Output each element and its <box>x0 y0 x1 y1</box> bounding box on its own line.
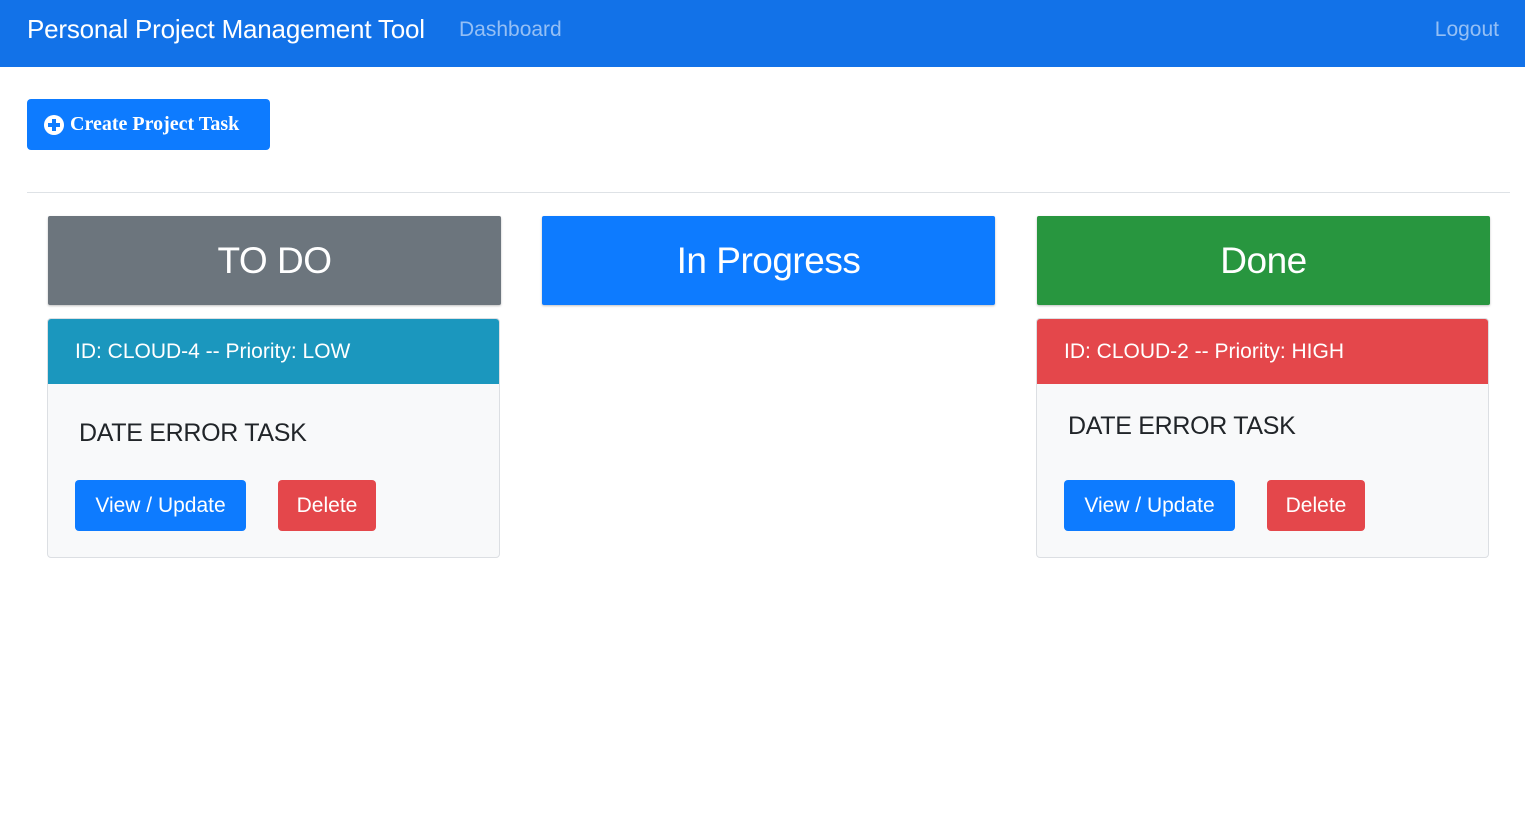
view-update-button[interactable]: View / Update <box>1064 480 1235 531</box>
top-navbar: Personal Project Management Tool Dashboa… <box>0 0 1525 67</box>
column-title-todo: TO DO <box>217 239 333 281</box>
app-brand[interactable]: Personal Project Management Tool <box>27 14 425 45</box>
task-summary: DATE ERROR TASK <box>1068 412 1296 440</box>
section-divider <box>27 192 1510 193</box>
delete-button[interactable]: Delete <box>1267 480 1365 531</box>
task-card-header: ID: CLOUD-2 -- Priority: HIGH <box>1037 319 1488 384</box>
nav-dashboard-link[interactable]: Dashboard <box>459 18 562 42</box>
column-title-in-progress: In Progress <box>676 239 861 281</box>
column-header-done: Done <box>1037 216 1490 305</box>
column-header-todo: TO DO <box>48 216 501 305</box>
delete-button[interactable]: Delete <box>278 480 376 531</box>
task-id-priority: ID: CLOUD-4 -- Priority: LOW <box>75 339 351 363</box>
nav-logout-link[interactable]: Logout <box>1435 18 1499 42</box>
task-summary: DATE ERROR TASK <box>79 419 307 447</box>
task-id-priority: ID: CLOUD-2 -- Priority: HIGH <box>1064 339 1345 363</box>
task-card-header: ID: CLOUD-4 -- Priority: LOW <box>48 319 499 384</box>
task-card-cloud-4: ID: CLOUD-4 -- Priority: LOW DATE ERROR … <box>47 318 500 558</box>
column-title-done: Done <box>1220 239 1307 281</box>
column-header-in-progress: In Progress <box>542 216 995 305</box>
plus-circle-icon <box>44 114 64 135</box>
task-card-cloud-2: ID: CLOUD-2 -- Priority: HIGH DATE ERROR… <box>1036 318 1489 558</box>
create-project-task-button[interactable]: Create Project Task <box>27 99 270 150</box>
view-update-button[interactable]: View / Update <box>75 480 246 531</box>
create-project-task-label: Create Project Task <box>70 113 240 135</box>
